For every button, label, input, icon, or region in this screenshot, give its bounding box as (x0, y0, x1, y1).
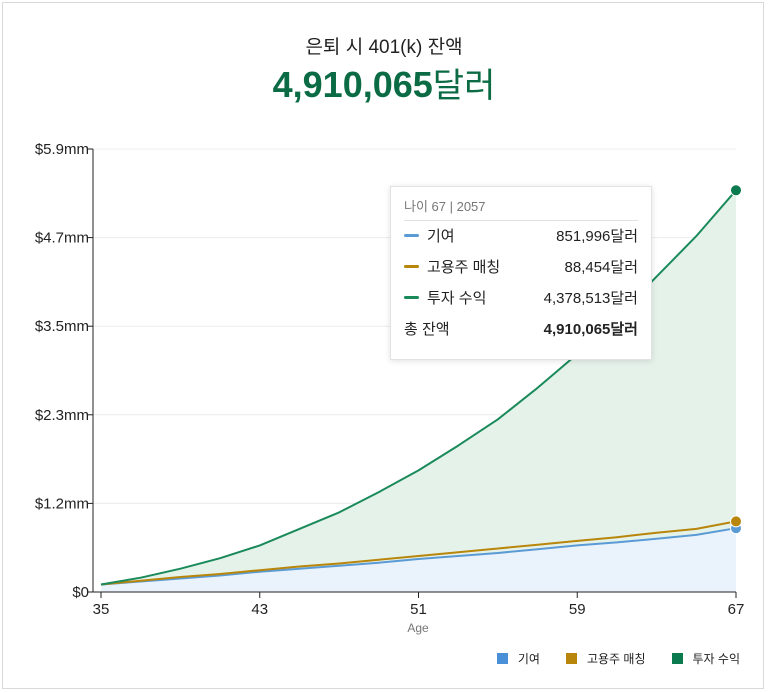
y-tick-label: $2.3mm (35, 407, 89, 424)
tooltip-total-label: 총 잔액 (404, 321, 450, 338)
tooltip-label: 투자 수익 (427, 290, 487, 307)
x-tick-label: 35 (93, 601, 110, 618)
retirement-chart[interactable]: $0 $1.2mm $2.3mm $3.5mm $4.7mm $5.9mm 35 43 51 59… (0, 0, 768, 693)
x-tick-label: 43 (251, 601, 268, 618)
tooltip-row-employer-match: 고용주 매칭 88,454달러 (404, 252, 638, 283)
chart-legend: 기여 고용주 매칭 투자 수익 (471, 650, 740, 667)
y-tick-label: $5.9mm (35, 141, 89, 158)
y-tick-label: $3.5mm (35, 318, 89, 335)
y-tick-label: $1.2mm (35, 495, 89, 512)
legend-label: 투자 수익 (692, 652, 741, 666)
legend-swatch (496, 653, 508, 664)
x-tick-label: 59 (569, 601, 586, 618)
investment-return-swatch (404, 295, 419, 299)
x-tick-label: 67 (728, 601, 745, 618)
x-tick-label: 51 (410, 601, 427, 618)
tooltip-label: 기여 (427, 228, 455, 245)
legend-item-investment-return[interactable]: 투자 수익 (671, 650, 741, 667)
legend-swatch (671, 653, 683, 664)
legend-label: 기여 (517, 652, 540, 666)
tooltip-value: 4,378,513달러 (543, 290, 638, 307)
y-tick-label: $4.7mm (35, 230, 89, 247)
y-tick-label: $0 (72, 584, 89, 601)
contribution-swatch (404, 233, 419, 237)
legend-label: 고용주 매칭 (586, 652, 646, 666)
tooltip-row-investment-return: 투자 수익 4,378,513달러 (404, 283, 638, 314)
tooltip-total-value: 4,910,065달러 (543, 321, 638, 338)
employer-match-swatch (404, 264, 419, 268)
tooltip-label: 고용주 매칭 (427, 259, 501, 276)
investment-return-endpoint (730, 184, 742, 197)
tooltip-header: 나이 67 | 2057 (404, 187, 638, 221)
hover-tooltip: 나이 67 | 2057 기여 851,996달러 고용주 매칭 88,454달… (390, 186, 652, 360)
tooltip-row-contribution: 기여 851,996달러 (404, 221, 638, 252)
tooltip-value: 88,454달러 (564, 259, 638, 276)
x-axis-title: Age (407, 621, 429, 635)
legend-item-contribution[interactable]: 기여 (496, 650, 540, 667)
tooltip-value: 851,996달러 (556, 228, 638, 245)
tooltip-row-total: 총 잔액 4,910,065달러 (404, 314, 638, 345)
employer-match-endpoint (730, 515, 742, 528)
legend-item-employer-match[interactable]: 고용주 매칭 (565, 650, 646, 667)
legend-swatch (565, 653, 577, 664)
